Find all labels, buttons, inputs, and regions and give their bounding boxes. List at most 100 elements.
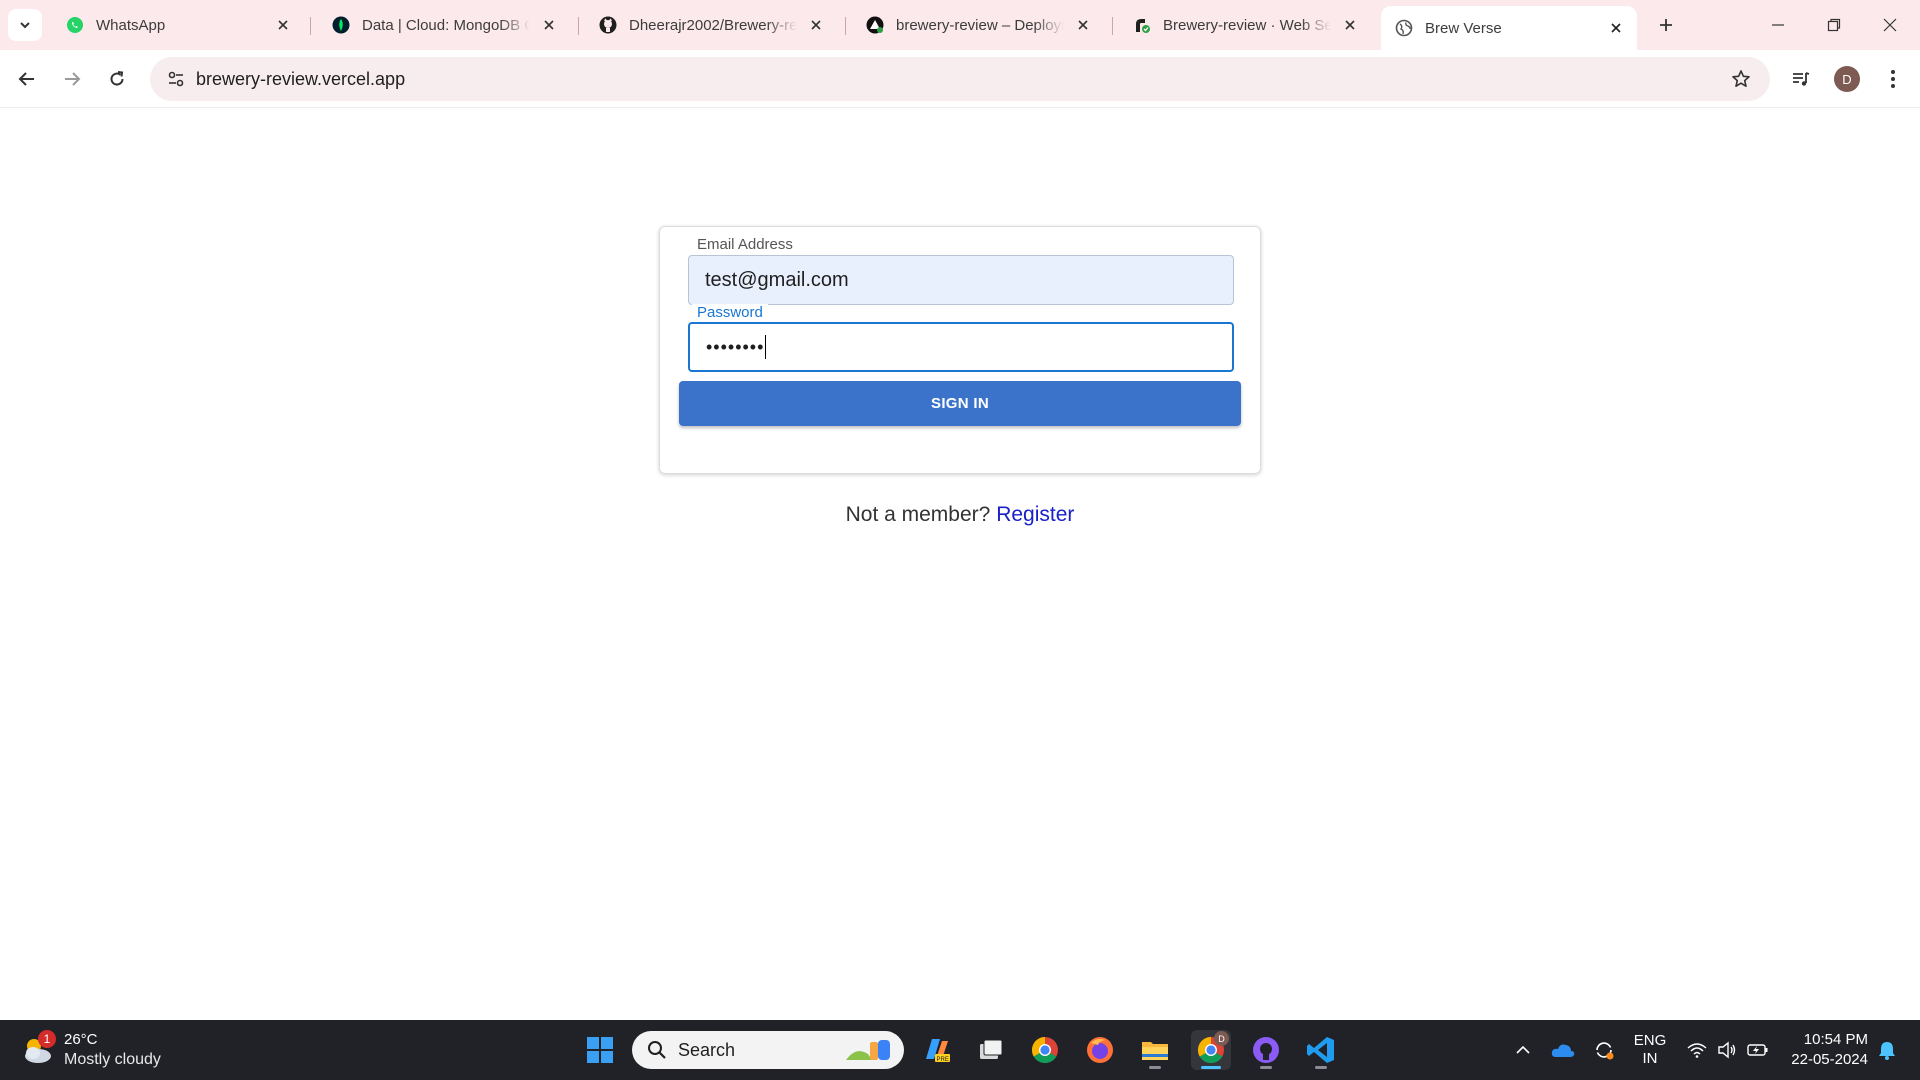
svg-text:PRE: PRE bbox=[937, 1057, 949, 1063]
password-label: Password bbox=[692, 304, 768, 321]
clock[interactable]: 10:54 PM 22-05-2024 bbox=[1784, 1030, 1868, 1070]
tab-github[interactable]: Dheerajr2002/Brewery-review bbox=[585, 6, 837, 44]
reload-icon bbox=[110, 71, 124, 86]
browser-menu-button[interactable] bbox=[1876, 62, 1910, 96]
chrome-icon bbox=[1031, 1036, 1058, 1064]
arrow-left-icon bbox=[18, 72, 34, 86]
media-controls-button[interactable] bbox=[1784, 62, 1818, 96]
taskbar-app-vscode[interactable] bbox=[1301, 1030, 1341, 1070]
close-icon[interactable] bbox=[1072, 14, 1094, 36]
weather-condition: Mostly cloudy bbox=[64, 1051, 161, 1068]
search-icon bbox=[646, 1039, 668, 1061]
taskbar-app-task-view[interactable] bbox=[971, 1030, 1011, 1070]
restore-button[interactable] bbox=[1806, 0, 1862, 50]
clock-time: 10:54 PM bbox=[1803, 1031, 1868, 1048]
language-indicator[interactable]: ENG IN bbox=[1630, 1030, 1670, 1070]
chevron-up-icon bbox=[1516, 1045, 1530, 1054]
tab-title: Dheerajr2002/Brewery-review bbox=[629, 16, 797, 34]
tab-title: WhatsApp bbox=[96, 16, 166, 34]
wifi-button[interactable] bbox=[1684, 1030, 1710, 1070]
volume-button[interactable] bbox=[1714, 1030, 1740, 1070]
tab-whatsapp[interactable]: WhatsApp bbox=[52, 6, 304, 44]
tab-mongodb[interactable]: Data | Cloud: MongoDB Cloud bbox=[318, 6, 570, 44]
forward-button[interactable] bbox=[55, 62, 89, 96]
search-highlight-icon bbox=[846, 1040, 890, 1060]
close-icon[interactable] bbox=[1339, 14, 1361, 36]
battery-charging-icon bbox=[1747, 1044, 1768, 1056]
tab-separator bbox=[310, 17, 311, 35]
close-icon[interactable] bbox=[538, 14, 560, 36]
taskbar-app-copilot[interactable]: PRE bbox=[917, 1030, 957, 1070]
sync-button[interactable] bbox=[1590, 1030, 1618, 1070]
windows-taskbar: 1 26°C Mostly cloudy Search PRE D ENG IN… bbox=[0, 1020, 1920, 1080]
chevron-down-icon bbox=[20, 22, 30, 29]
profile-button[interactable]: D bbox=[1830, 62, 1864, 96]
vercel-icon bbox=[866, 16, 884, 34]
app-indicator bbox=[1260, 1066, 1272, 1069]
show-hidden-icons-button[interactable] bbox=[1510, 1030, 1536, 1070]
taskbar-search[interactable]: Search bbox=[632, 1031, 904, 1069]
app-indicator bbox=[1201, 1066, 1221, 1069]
sign-in-button[interactable]: SIGN IN bbox=[679, 381, 1241, 426]
password-value: •••••••• bbox=[706, 336, 765, 357]
bookmark-button[interactable] bbox=[1728, 66, 1754, 92]
browser-toolbar: brewery-review.vercel.app D bbox=[0, 50, 1920, 108]
star-icon bbox=[1732, 70, 1750, 87]
cloud-icon bbox=[1551, 1044, 1575, 1057]
tab-vercel[interactable]: brewery-review – Deployment bbox=[852, 6, 1104, 44]
text-caret bbox=[765, 335, 767, 359]
restore-icon bbox=[1827, 18, 1841, 32]
avatar: D bbox=[1834, 66, 1860, 92]
minimize-button[interactable] bbox=[1750, 0, 1806, 50]
onedrive-button[interactable] bbox=[1549, 1030, 1577, 1070]
close-icon[interactable] bbox=[805, 14, 827, 36]
address-bar[interactable]: brewery-review.vercel.app bbox=[150, 57, 1770, 101]
search-placeholder: Search bbox=[678, 1039, 736, 1060]
close-window-button[interactable] bbox=[1862, 0, 1918, 50]
whatsapp-icon bbox=[66, 16, 84, 34]
tab-separator bbox=[578, 17, 579, 35]
site-info-button[interactable] bbox=[160, 63, 192, 95]
start-button[interactable] bbox=[580, 1030, 620, 1070]
tab-render[interactable]: Brewery-review · Web Service bbox=[1119, 6, 1371, 44]
close-icon[interactable] bbox=[1605, 17, 1627, 39]
tab-brew-verse[interactable]: Brew Verse bbox=[1381, 6, 1637, 50]
folder-icon bbox=[1142, 1042, 1168, 1060]
tab-separator bbox=[1112, 17, 1113, 35]
password-field[interactable]: •••••••• bbox=[688, 322, 1234, 372]
taskbar-app-github-desktop[interactable] bbox=[1246, 1030, 1286, 1070]
reload-button[interactable] bbox=[100, 62, 134, 96]
copilot-icon: PRE bbox=[926, 1039, 950, 1063]
weather-widget[interactable]: 1 26°C Mostly cloudy bbox=[20, 1028, 161, 1072]
battery-button[interactable] bbox=[1744, 1030, 1772, 1070]
email-field[interactable]: test@gmail.com bbox=[688, 255, 1234, 305]
taskbar-app-file-explorer[interactable] bbox=[1135, 1030, 1175, 1070]
taskbar-app-firefox[interactable] bbox=[1080, 1030, 1120, 1070]
arrow-right-icon bbox=[65, 72, 81, 86]
app-indicator bbox=[1149, 1066, 1161, 1069]
language-code: ENG bbox=[1633, 1032, 1667, 1049]
firefox-icon bbox=[1087, 1037, 1113, 1063]
wifi-icon bbox=[1687, 1043, 1707, 1058]
github-icon bbox=[599, 16, 617, 34]
clock-date: 22-05-2024 bbox=[1791, 1051, 1868, 1068]
profile-badge: D bbox=[1214, 1031, 1229, 1046]
weather-temp: 26°C bbox=[64, 1031, 98, 1048]
weather-cloud-icon: 1 bbox=[20, 1030, 56, 1068]
register-link[interactable]: Register bbox=[996, 503, 1074, 526]
taskbar-app-chrome[interactable] bbox=[1025, 1030, 1065, 1070]
new-tab-button[interactable] bbox=[1650, 9, 1682, 41]
github-desktop-icon bbox=[1253, 1037, 1279, 1063]
tab-search-button[interactable] bbox=[8, 9, 42, 41]
back-button[interactable] bbox=[10, 62, 44, 96]
close-icon[interactable] bbox=[272, 14, 294, 36]
region-code: IN bbox=[1642, 1050, 1658, 1067]
windows-logo-icon bbox=[587, 1037, 613, 1063]
mongodb-icon bbox=[332, 16, 350, 34]
tab-title: brewery-review – Deployment bbox=[896, 16, 1064, 34]
close-icon bbox=[1883, 18, 1897, 32]
taskbar-app-chrome-profile[interactable]: D bbox=[1191, 1030, 1231, 1070]
playlist-icon bbox=[1793, 72, 1810, 86]
notifications-button[interactable] bbox=[1874, 1030, 1900, 1070]
login-card: test@gmail.com Email Address •••••••• Pa… bbox=[659, 226, 1261, 474]
